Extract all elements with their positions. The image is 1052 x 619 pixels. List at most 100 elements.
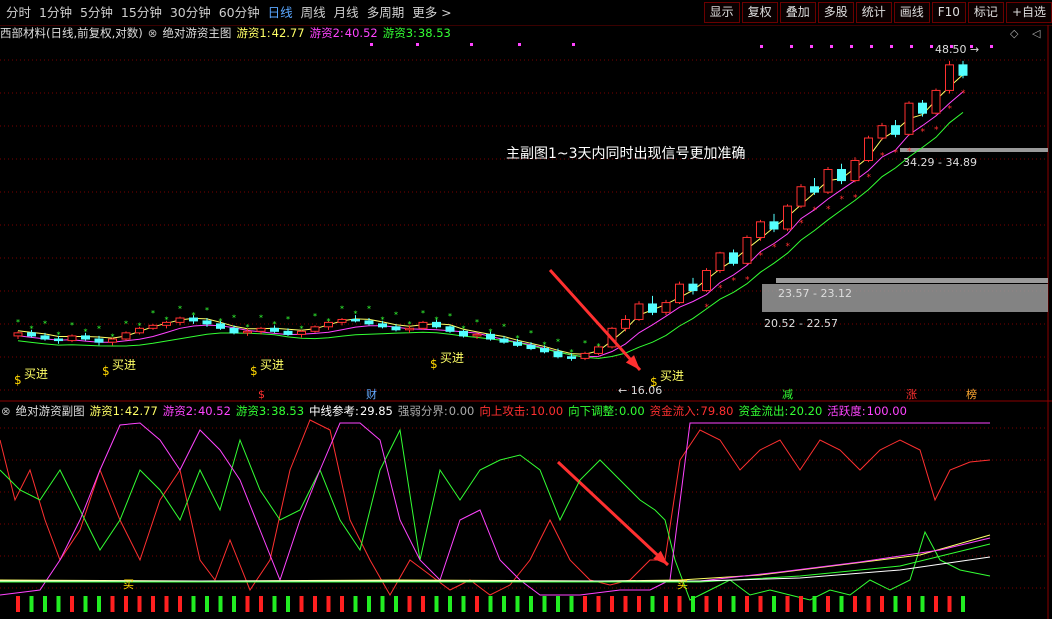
signal-bar (151, 596, 155, 612)
candle-body (81, 335, 90, 340)
sar-dot: * (435, 315, 439, 324)
sub-gear-icon[interactable]: ⊗ (1, 403, 11, 419)
collapse-icon[interactable]: ◁ (1032, 27, 1040, 40)
signal-bar (70, 596, 74, 612)
sar-dot: * (840, 195, 845, 205)
signal-bar (83, 596, 88, 612)
sar-dot: * (556, 337, 560, 346)
sar-dot: * (961, 89, 966, 99)
signal-bar (272, 596, 277, 612)
candle-body (958, 64, 968, 76)
signal-bar (29, 596, 34, 612)
stats-button[interactable]: 统计 (855, 2, 892, 23)
tab-minute[interactable]: 分时 (2, 0, 35, 25)
candle-body (445, 326, 455, 332)
candle-body (270, 327, 279, 332)
signal-bar (394, 596, 398, 612)
candle-body (391, 326, 401, 331)
sub-indicator-name[interactable]: 绝对游资副图 (16, 403, 85, 419)
signal-dot (870, 45, 873, 48)
signal-bar (448, 596, 452, 612)
signal-bar (745, 596, 749, 612)
kline-chart[interactable]: * * * * * * * * * * * * * * * * * * * * * * * * * * * * * * * * * * * * * * * *… (0, 0, 1052, 619)
stock-label[interactable]: 西部材料(日线,前复权,对数) (0, 25, 143, 41)
y2-sub-line (0, 537, 991, 582)
tab-more[interactable]: 更多 > (408, 0, 455, 25)
candle-body (864, 137, 873, 161)
sub-legend-label-8: 资金流出: (738, 404, 789, 418)
f10-button[interactable]: F10 (931, 2, 966, 23)
diamond-icon[interactable]: ◇ (1010, 27, 1018, 40)
overlay-button[interactable]: 叠加 (779, 2, 816, 23)
mark-button[interactable]: 标记 (967, 2, 1004, 23)
display-button[interactable]: 显示 (703, 2, 740, 23)
signal-bar (677, 596, 682, 612)
sar-dot: * (300, 324, 304, 333)
signal-bar (380, 596, 385, 612)
candle-body (648, 303, 657, 313)
tab-monthly[interactable]: 月线 (330, 0, 363, 25)
multi-stock-button[interactable]: 多股 (817, 2, 854, 23)
signal-bar (326, 596, 331, 612)
candle-body (850, 159, 860, 182)
signal-bar (758, 596, 763, 612)
signal-bar (16, 596, 20, 612)
signal-bar (880, 596, 884, 612)
candle-body (837, 169, 846, 182)
candle-body (904, 102, 914, 135)
tab-15min[interactable]: 15分钟 (117, 0, 166, 25)
legend-y2-value: 40.52 (344, 26, 378, 40)
draw-line-button[interactable]: 画线 (893, 2, 930, 23)
event-marker: 榜 (966, 387, 977, 401)
tab-daily[interactable]: 日线 (264, 0, 297, 25)
activity-line (0, 422, 990, 596)
zone-box-low (762, 284, 1048, 312)
sar-dot: * (232, 313, 236, 322)
indicator-gear-icon[interactable]: ⊗ (148, 25, 158, 41)
candle-body (324, 321, 333, 328)
sub-legend-label-4: 强弱分界: (397, 404, 448, 418)
sub-legend-value-0: 42.77 (124, 404, 158, 418)
tab-60min[interactable]: 60分钟 (215, 0, 264, 25)
sar-dot: * (880, 151, 885, 161)
signal-bar (205, 596, 209, 612)
candle-body (121, 332, 131, 340)
candle-body (715, 252, 725, 271)
sub-legend-value-7: 79.80 (700, 404, 734, 418)
tab-1min[interactable]: 1分钟 (35, 0, 76, 25)
main-arrow-icon (548, 268, 642, 372)
signal-bar (515, 596, 520, 612)
candle-body (135, 327, 144, 334)
signal-bar (704, 596, 709, 612)
signal-bar (434, 596, 439, 612)
candle-body (40, 335, 50, 340)
signal-bar (313, 596, 317, 612)
signal-bar (124, 596, 128, 612)
tab-multi-period[interactable]: 多周期 (363, 0, 409, 25)
candle-body (688, 283, 698, 292)
signal-dot (970, 45, 973, 48)
main-indicator-name[interactable]: 绝对游资主图 (162, 25, 231, 41)
adjust-button[interactable]: 复权 (741, 2, 778, 23)
signal-bar (691, 596, 695, 612)
sub-legend-label-5: 向上攻击: (479, 404, 530, 418)
candle-body (823, 169, 833, 193)
add-watchlist-button[interactable]: +自选 (1005, 2, 1052, 23)
signal-bar (650, 596, 655, 612)
sar-dot: * (907, 147, 912, 157)
sar-dot: * (327, 317, 331, 326)
tab-5min[interactable]: 5分钟 (76, 0, 117, 25)
sar-dot: * (718, 284, 723, 294)
candle-body (108, 338, 117, 343)
tab-30min[interactable]: 30分钟 (166, 0, 215, 25)
ma-line-2 (17, 91, 964, 358)
signal-bar (799, 596, 803, 612)
signal-dot (890, 45, 893, 48)
buy-coin-icon: $ (250, 364, 258, 378)
signal-bar (569, 596, 574, 612)
sar-dot: * (529, 329, 533, 338)
tab-weekly[interactable]: 周线 (297, 0, 330, 25)
candle-body (729, 252, 738, 264)
signal-bar (286, 596, 290, 612)
signal-bar (340, 596, 344, 612)
